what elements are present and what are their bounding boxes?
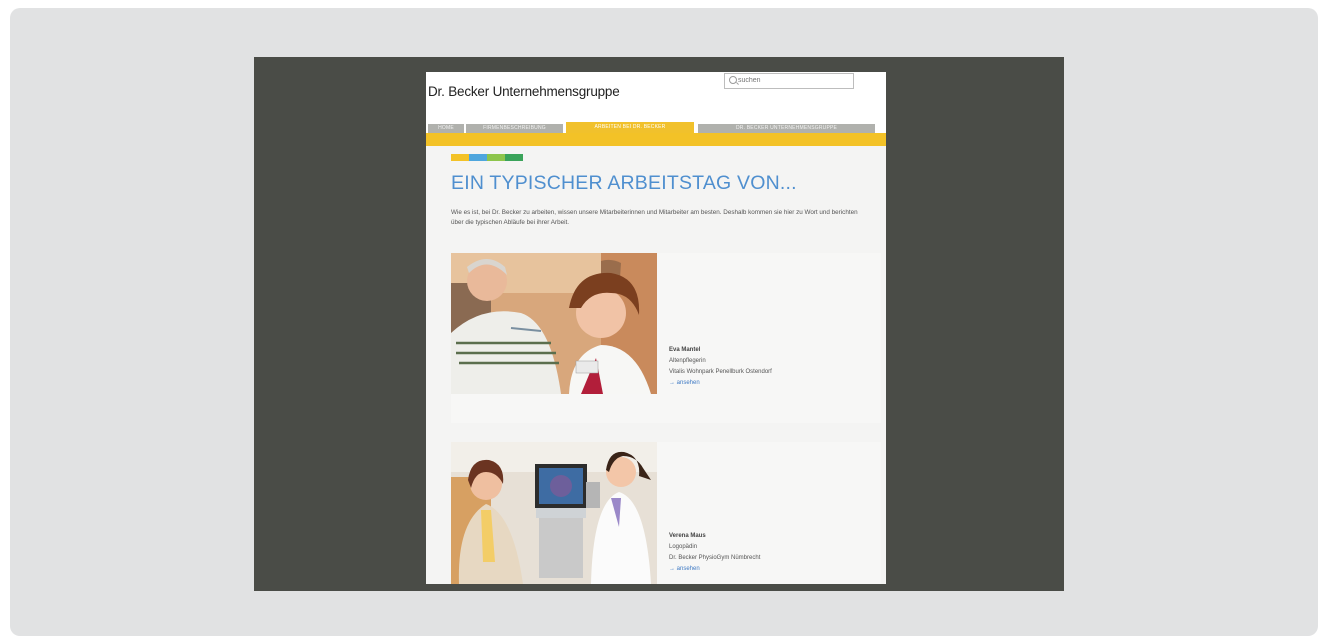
profile-link[interactable]: → ansehen [669, 564, 760, 575]
profile-card: Verena Maus Logopädin Dr. Becker PhysioG… [451, 442, 881, 584]
site-header: Dr. Becker Unternehmensgruppe [426, 72, 886, 122]
nav-tab-firmenbeschreibung[interactable]: FIRMENBESCHREIBUNG [466, 124, 563, 133]
profile-location: Vitalis Wohnpark Penellburk Ostendorf [669, 369, 772, 375]
search-input[interactable] [738, 74, 848, 87]
site-logo[interactable]: Dr. Becker Unternehmensgruppe [428, 84, 620, 99]
color-bar-yellow [451, 154, 469, 161]
nav-tab-unternehmensgruppe[interactable]: DR. BECKER UNTERNEHMENSGRUPPE [698, 124, 875, 133]
color-bar-green [505, 154, 523, 161]
profile-card: Eva Mantel Altenpflegerin Vitalis Wohnpa… [451, 253, 881, 423]
profile-name: Eva Mantel [669, 347, 701, 353]
portrait-photo-icon [451, 442, 657, 584]
page-title: EIN TYPISCHER ARBEITSTAG VON... [451, 172, 797, 194]
accent-strip [426, 133, 886, 146]
webpage: Dr. Becker Unternehmensgruppe HOME FIRME… [426, 72, 886, 584]
nav-tab-arbeiten[interactable]: ARBEITEN BEI DR. BECKER [566, 122, 694, 133]
profile-info: Verena Maus Logopädin Dr. Becker PhysioG… [669, 531, 760, 575]
profile-role: Altenpflegerin [669, 358, 706, 364]
intro-text: Wie es ist, bei Dr. Becker zu arbeiten, … [451, 209, 858, 226]
nav-tab-home[interactable]: HOME [428, 124, 464, 133]
color-bar-lightgreen [487, 154, 505, 161]
profile-photo[interactable] [451, 253, 657, 394]
portrait-photo-icon [451, 253, 657, 394]
search-box[interactable] [724, 73, 854, 89]
profile-role: Logopädin [669, 544, 698, 550]
profile-location: Dr. Becker PhysioGym Nümbrecht [669, 555, 761, 561]
profile-info: Eva Mantel Altenpflegerin Vitalis Wohnpa… [669, 345, 772, 389]
profile-link[interactable]: → ansehen [669, 378, 772, 389]
color-bar-blue [469, 154, 487, 161]
profile-photo[interactable] [451, 442, 657, 584]
search-icon [729, 76, 737, 84]
profile-name: Verena Maus [669, 533, 706, 539]
